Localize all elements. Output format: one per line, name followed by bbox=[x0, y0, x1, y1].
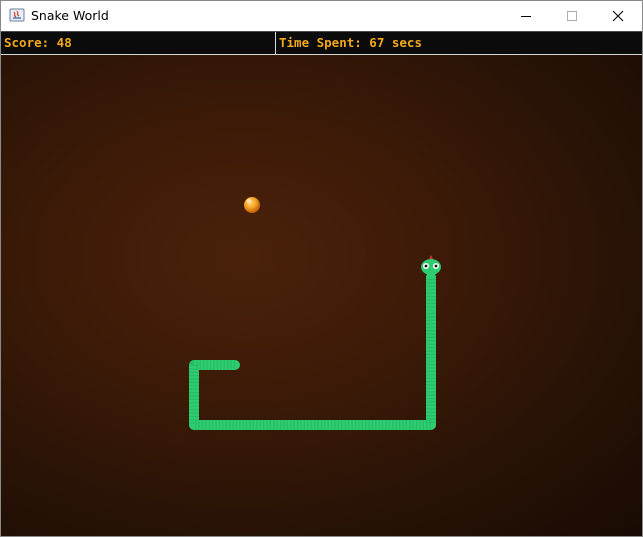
java-app-icon bbox=[9, 7, 25, 23]
snake-body bbox=[189, 272, 436, 430]
maximize-button[interactable] bbox=[549, 1, 595, 31]
maximize-icon bbox=[567, 11, 577, 21]
snake bbox=[189, 255, 441, 430]
score-bar: Score: 48 Time Spent: 67 secs bbox=[1, 31, 642, 55]
snake-head bbox=[421, 255, 441, 275]
window-title: Snake World bbox=[31, 8, 109, 23]
title-bar[interactable]: Snake World bbox=[1, 1, 642, 31]
game-window: Snake World Score: 48 Time Spent: 67 sec… bbox=[0, 0, 643, 537]
food-pellet bbox=[244, 197, 260, 213]
minimize-icon bbox=[521, 16, 531, 17]
game-board[interactable] bbox=[1, 55, 642, 536]
minimize-button[interactable] bbox=[503, 1, 549, 31]
close-icon bbox=[612, 10, 624, 22]
close-button[interactable] bbox=[595, 1, 641, 31]
score-display: Score: 48 bbox=[1, 32, 276, 54]
time-display: Time Spent: 67 secs bbox=[279, 35, 422, 50]
